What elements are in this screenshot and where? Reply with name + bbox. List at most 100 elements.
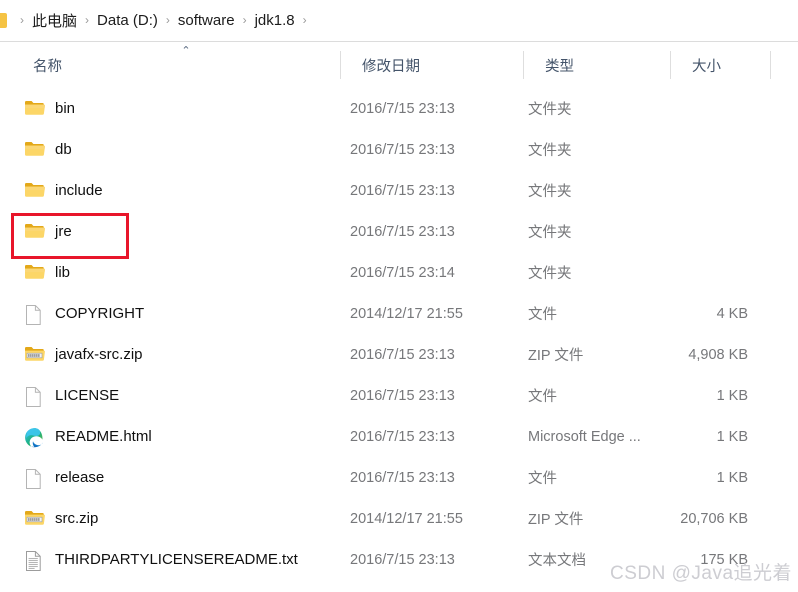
breadcrumb-separator: ›: [242, 12, 247, 27]
zip-folder-icon: [24, 509, 46, 528]
file-row[interactable]: include 2016/7/15 23:13 文件夹: [0, 170, 798, 211]
file-name-cell[interactable]: db: [0, 129, 340, 170]
blank-document-icon: [24, 468, 46, 489]
watermark: CSDN @Java追光着: [610, 563, 793, 584]
file-type-cell: Microsoft Edge ...: [528, 428, 641, 445]
file-size-cell: [670, 88, 770, 129]
file-type-cell: 文件夹: [528, 184, 572, 200]
file-type-cell: ZIP 文件: [528, 512, 584, 528]
file-name-cell[interactable]: release: [0, 457, 340, 498]
file-name-cell[interactable]: include: [0, 170, 340, 211]
file-row[interactable]: bin 2016/7/15 23:13 文件夹: [0, 88, 798, 129]
folder-icon: [0, 13, 7, 28]
file-size-cell: 4 KB: [716, 305, 748, 322]
blank-document-icon: [24, 386, 46, 407]
column-header-size[interactable]: 大小: [670, 42, 770, 88]
column-divider[interactable]: [340, 51, 341, 79]
file-size-cell: [670, 170, 770, 211]
file-name-cell[interactable]: bin: [0, 88, 340, 129]
microsoft-edge-icon: [24, 427, 46, 448]
breadcrumb-separator: ›: [85, 12, 90, 27]
column-header-date-modified[interactable]: 修改日期: [340, 42, 523, 88]
file-row[interactable]: src.zip 2014/12/17 21:55 ZIP 文件 20,706 KB: [0, 498, 798, 539]
file-date-cell: 2016/7/15 23:13: [350, 182, 455, 199]
file-date-cell: 2016/7/15 23:13: [350, 551, 455, 568]
folder-icon: [24, 181, 46, 200]
breadcrumb-separator: ›: [165, 12, 170, 27]
file-size-cell: 1 KB: [716, 387, 748, 404]
file-name-cell[interactable]: jre: [0, 211, 340, 252]
file-name-label: db: [55, 141, 72, 158]
column-header-type[interactable]: 类型: [523, 42, 670, 88]
file-name-cell[interactable]: LICENSE: [0, 375, 340, 416]
file-name-label: include: [55, 182, 103, 199]
file-type-cell: 文件夹: [528, 225, 572, 241]
file-size-cell: 20,706 KB: [680, 510, 748, 527]
column-header-name[interactable]: 名称: [0, 42, 340, 88]
file-name-label: src.zip: [55, 510, 99, 527]
file-size-cell: [670, 211, 770, 252]
file-date-cell: 2016/7/15 23:13: [350, 469, 455, 486]
file-name-cell[interactable]: src.zip: [0, 498, 340, 539]
file-row[interactable]: db 2016/7/15 23:13 文件夹: [0, 129, 798, 170]
breadcrumb-separator: ›: [302, 12, 307, 27]
file-name-label: LICENSE: [55, 387, 120, 404]
file-row[interactable]: javafx-src.zip 2016/7/15 23:13 ZIP 文件 4,908…: [0, 334, 798, 375]
file-size-cell: 4,908 KB: [688, 346, 748, 363]
file-row[interactable]: release 2016/7/15 23:13 文件 1 KB: [0, 457, 798, 498]
file-name-cell[interactable]: lib: [0, 252, 340, 293]
breadcrumb[interactable]: › 此电脑 › Data (D:) › software › jdk1.8 ›: [0, 0, 798, 41]
zip-folder-icon: [24, 345, 46, 364]
folder-icon: [24, 140, 46, 159]
breadcrumb-item-software[interactable]: software: [177, 12, 236, 29]
file-name-label: lib: [55, 264, 71, 281]
file-name-label: release: [55, 469, 105, 486]
file-name-label: README.html: [55, 428, 152, 445]
file-date-cell: 2014/12/17 21:55: [350, 510, 463, 527]
file-name-cell[interactable]: README.html: [0, 416, 340, 457]
file-row[interactable]: README.html 2016/7/15 23:13 Microsoft Edge…: [0, 416, 798, 457]
file-size-cell: [670, 252, 770, 293]
file-type-cell: 文件夹: [528, 143, 572, 159]
file-name-cell[interactable]: COPYRIGHT: [0, 293, 340, 334]
folder-icon: [24, 263, 46, 282]
file-date-cell: 2014/12/17 21:55: [350, 305, 463, 322]
file-date-cell: 2016/7/15 23:13: [350, 346, 455, 363]
file-date-cell: 2016/7/15 23:14: [350, 264, 455, 281]
file-name-label: THIRDPARTYLICENSEREADME.txt: [55, 551, 298, 568]
file-type-cell: 文件: [528, 389, 557, 405]
file-list: bin 2016/7/15 23:13 文件夹 db 2016/7/15 23:13 文件…: [0, 88, 798, 580]
breadcrumb-separator: ›: [20, 12, 24, 27]
file-date-cell: 2016/7/15 23:13: [350, 387, 455, 404]
file-name-label: COPYRIGHT: [55, 305, 145, 322]
file-type-cell: 文件: [528, 471, 557, 487]
file-name-cell[interactable]: THIRDPARTYLICENSEREADME.txt: [0, 539, 340, 580]
file-size-cell: [670, 129, 770, 170]
file-date-cell: 2016/7/15 23:13: [350, 100, 455, 117]
file-type-cell: 文件夹: [528, 102, 572, 118]
text-document-icon: [24, 550, 46, 571]
file-row[interactable]: jre 2016/7/15 23:13 文件夹: [0, 211, 798, 252]
file-name-label: jre: [55, 223, 72, 240]
sort-ascending-icon: ⌃: [181, 44, 191, 57]
file-row[interactable]: lib 2016/7/15 23:14 文件夹: [0, 252, 798, 293]
file-name-label: bin: [55, 100, 76, 117]
file-date-cell: 2016/7/15 23:13: [350, 428, 455, 445]
breadcrumb-item-this-pc[interactable]: 此电脑: [31, 10, 78, 31]
column-divider[interactable]: [523, 51, 524, 79]
file-row[interactable]: COPYRIGHT 2014/12/17 21:55 文件 4 KB: [0, 293, 798, 334]
column-divider[interactable]: [670, 51, 671, 79]
breadcrumb-item-jdk18[interactable]: jdk1.8: [254, 12, 296, 29]
file-type-cell: 文件: [528, 307, 557, 323]
file-date-cell: 2016/7/15 23:13: [350, 141, 455, 158]
file-row[interactable]: LICENSE 2016/7/15 23:13 文件 1 KB: [0, 375, 798, 416]
breadcrumb-item-data-d[interactable]: Data (D:): [96, 12, 159, 29]
file-name-cell[interactable]: javafx-src.zip: [0, 334, 340, 375]
column-header-row: 名称 修改日期 类型 大小: [0, 42, 798, 88]
column-divider[interactable]: [770, 51, 771, 79]
file-size-cell: 1 KB: [716, 428, 748, 445]
file-size-cell: 1 KB: [716, 469, 748, 486]
blank-document-icon: [24, 304, 46, 325]
folder-icon: [24, 222, 46, 241]
file-type-cell: 文件夹: [528, 266, 572, 282]
